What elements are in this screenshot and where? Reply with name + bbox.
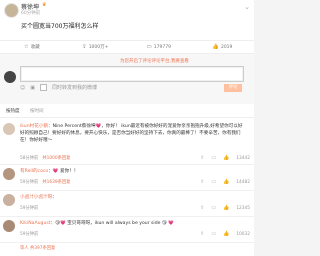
share-icon[interactable]: ⇪	[200, 231, 204, 237]
comment-text: 小卤汁小卤汁呀：	[20, 194, 246, 201]
like-icon[interactable]: 👍	[223, 231, 229, 237]
comment-actions: ⇪ ▭ 👍 12345	[200, 205, 250, 211]
comment-meta: 59分钟前	[20, 205, 38, 211]
star-icon: ☆	[23, 44, 29, 50]
comment-actions: ⇪ ▭ 👍 14482	[200, 179, 250, 185]
commenter-avatar[interactable]	[3, 194, 15, 206]
tab-hot[interactable]: 按热度	[6, 108, 20, 114]
comment-item: KikiNaAugust：😘💗 宝贝哥哥呀，ikun will always b…	[0, 217, 254, 243]
commenter-name[interactable]: ikun村花小鹅	[20, 124, 48, 129]
comment-item: ikun村花小鹅：Nine Percent蔡徐坤💗，你好！ ikun最近有被你好…	[0, 120, 254, 165]
view-replies-link[interactable]: 等人 共397条回复	[20, 245, 55, 251]
commenter-avatar[interactable]	[3, 220, 15, 232]
comment-time: 59分钟前	[20, 232, 39, 237]
share-icon[interactable]: ⇪	[200, 155, 204, 161]
repost-button[interactable]: ⇪ 1000万+	[64, 41, 128, 53]
chevron-down-icon[interactable]: ⌄	[244, 3, 250, 11]
comment-body: ：😘💗 宝贝哥哥呀，ikun will always be your side …	[50, 221, 174, 226]
comment-body: ：	[52, 195, 57, 200]
commenter-name[interactable]: KikiNaAugust	[20, 221, 51, 226]
also-post-checkbox[interactable]	[39, 84, 47, 91]
commenter-avatar[interactable]	[3, 123, 15, 135]
comment-body: ：💗 爱你！！	[48, 169, 79, 174]
post-text: 买个圆宽当700万福利怎么样	[21, 23, 99, 30]
comment-icon[interactable]: ▭	[211, 155, 216, 161]
composer-tools: ☺ ▣ 同时转发到我的微博	[20, 84, 97, 91]
comment-time: 58分钟前	[20, 156, 39, 161]
comment-actions: ⇪ ▭ 👍 10032	[200, 231, 250, 237]
comment-button[interactable]: ▭ 179779	[127, 41, 191, 53]
post-header: 蔡徐坤 ♛ 60分钟前 ⌄	[0, 0, 254, 18]
comment-icon[interactable]: ▭	[211, 205, 216, 211]
composer-hint-link[interactable]: 我要查看	[171, 59, 189, 64]
commenter-name[interactable]: 小卤汁小卤汁呀	[20, 195, 52, 200]
comment-text: 有Rell的coco：💗 爱你！！	[20, 168, 246, 175]
weibo-post-page: 蔡徐坤 ♛ 60分钟前 ⌄ 买个圆宽当700万福利怎么样 ☆ 收藏 ⇪ 1000…	[0, 0, 254, 256]
comment-time: 59分钟前	[20, 180, 39, 185]
like-button[interactable]: 👍 2019	[191, 41, 255, 53]
comment-time: 59分钟前	[20, 206, 39, 211]
tab-time[interactable]: 按时间	[30, 108, 44, 114]
share-icon[interactable]: ⇪	[200, 205, 204, 211]
comment-item: 等人 共397条回复	[0, 243, 254, 256]
comment-item: 有Rell的coco：💗 爱你！！ 59分钟前 共1639条回复 ⇪ ▭ 👍 1…	[0, 165, 254, 191]
comment-body: ：Nine Percent蔡徐坤💗，你好！ ikun最近有被你好好的宠爱你亲亲抱…	[20, 124, 243, 143]
like-icon: 👍	[212, 44, 219, 50]
view-replies-link[interactable]: 共1639条回复	[42, 179, 70, 185]
like-icon[interactable]: 👍	[223, 155, 229, 161]
comment-count: 179779	[153, 44, 171, 50]
emoji-icon[interactable]: ☺	[20, 85, 25, 91]
comment-text: ikun村花小鹅：Nine Percent蔡徐坤💗，你好！ ikun最近有被你好…	[20, 123, 246, 144]
repost-count: 1000万+	[88, 45, 109, 50]
comment-like-count: 13442	[236, 155, 250, 161]
comment-like-count: 12345	[236, 205, 250, 211]
comment-actions: ⇪ ▭ 👍 13442	[200, 155, 250, 161]
comment-sort-tabs: 按热度 按时间	[0, 107, 254, 118]
favorite-label: 收藏	[30, 45, 40, 50]
share-icon[interactable]: ⇪	[200, 179, 204, 185]
comment-icon: ▭	[146, 44, 152, 50]
like-count: 2019	[220, 44, 233, 50]
also-post-label: 同时转发到我的微博	[51, 85, 97, 91]
vip-crown-icon: ♛	[42, 2, 47, 8]
comment-item: 小卤汁小卤汁呀： 59分钟前 ⇪ ▭ 👍 12345	[0, 191, 254, 217]
comment-input[interactable]	[20, 66, 244, 82]
view-replies-link[interactable]: 共1000条回复	[42, 155, 70, 161]
comment-icon[interactable]: ▭	[211, 231, 216, 237]
image-icon[interactable]: ▣	[30, 85, 35, 91]
composer-hint-text: 为您开启了评论评论平台,	[120, 59, 171, 64]
composer-hint: 为您开启了评论评论平台,我要查看	[120, 58, 189, 64]
author-avatar[interactable]	[4, 3, 19, 18]
comment-like-count: 14482	[236, 179, 250, 185]
comment-text: KikiNaAugust：😘💗 宝贝哥哥呀，ikun will always b…	[20, 220, 246, 227]
share-icon: ⇪	[82, 44, 87, 50]
comment-meta: 59分钟前	[20, 231, 38, 237]
comment-meta: 等人 共397条回复	[20, 245, 55, 251]
favorite-button[interactable]: ☆ 收藏	[0, 41, 64, 53]
my-avatar	[4, 71, 16, 83]
comment-meta: 59分钟前 共1639条回复	[20, 179, 70, 185]
like-icon[interactable]: 👍	[223, 205, 229, 211]
post-time: 60分钟前	[21, 11, 41, 16]
comment-like-count: 10032	[236, 231, 250, 237]
commenter-name[interactable]: 有Rell的coco	[20, 169, 48, 174]
commenter-avatar[interactable]	[3, 168, 15, 180]
post-actions-bar: ☆ 收藏 ⇪ 1000万+ ▭ 179779 👍 2019	[0, 40, 254, 54]
send-comment-button[interactable]: 评论	[224, 84, 242, 92]
like-icon[interactable]: 👍	[223, 179, 229, 185]
comment-composer: 为您开启了评论评论平台,我要查看 ☺ ▣ 同时转发到我的微博 评论	[0, 54, 254, 104]
comment-icon[interactable]: ▭	[211, 179, 216, 185]
comment-meta: 58分钟前 共1000条回复	[20, 155, 70, 161]
